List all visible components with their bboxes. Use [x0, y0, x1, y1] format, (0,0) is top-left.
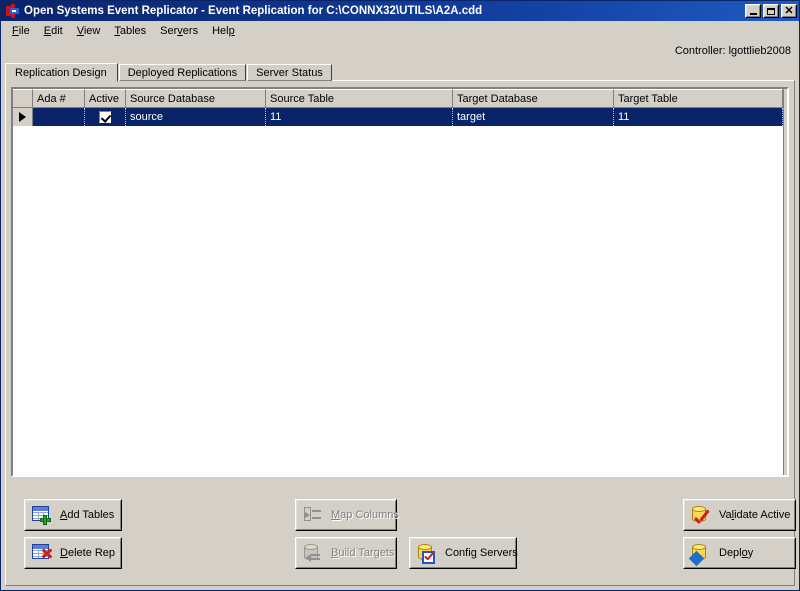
minimize-button[interactable] — [745, 4, 761, 18]
cell-ada[interactable] — [33, 108, 85, 126]
validate-active-icon — [690, 504, 712, 526]
menu-item-servers[interactable]: Servers — [153, 23, 205, 39]
add-table-icon — [31, 504, 53, 526]
build-targets-label: Build Targets — [331, 547, 394, 559]
tab-replication-design[interactable]: Replication Design — [5, 63, 118, 82]
window-title: Open Systems Event Replicator - Event Re… — [24, 5, 745, 17]
grid-body: source 11 target 11 — [13, 108, 783, 475]
config-servers-button[interactable]: Config Servers — [409, 537, 517, 569]
cell-target-database[interactable]: target — [453, 108, 614, 126]
grid-header-row: Ada # Active Source Database Source Tabl… — [13, 89, 783, 108]
row-selector[interactable] — [13, 108, 33, 126]
tab-panel-replication-design: Ada # Active Source Database Source Tabl… — [5, 80, 795, 586]
controller-label: Controller: lgottlieb2008 — [675, 45, 791, 57]
button-bar: Add Tables Delete Rep — [11, 495, 789, 581]
tab-deployed-replications[interactable]: Deployed Replications — [119, 64, 246, 81]
tab-server-status[interactable]: Server Status — [247, 64, 332, 81]
deploy-icon — [690, 542, 712, 564]
cell-target-table[interactable]: 11 — [614, 108, 783, 126]
config-servers-icon — [416, 542, 438, 564]
replication-grid[interactable]: Ada # Active Source Database Source Tabl… — [11, 87, 789, 477]
deploy-button[interactable]: Deploy — [683, 537, 796, 569]
add-tables-button[interactable]: Add Tables — [24, 499, 122, 531]
grid-header-source-table[interactable]: Source Table — [266, 89, 453, 108]
grid-vertical-scrollbar[interactable] — [783, 89, 787, 475]
grid-header-active[interactable]: Active — [85, 89, 126, 108]
delete-rep-icon — [31, 542, 53, 564]
row-pointer-icon — [19, 112, 26, 122]
grid-main: Ada # Active Source Database Source Tabl… — [13, 89, 783, 475]
menu-item-view[interactable]: View — [70, 23, 108, 39]
build-targets-button[interactable]: Build Targets — [295, 537, 397, 569]
cell-source-table[interactable]: 11 — [266, 108, 453, 126]
config-servers-label: Config Servers — [445, 547, 518, 559]
window-controls: ✕ — [745, 4, 797, 18]
validate-active-button[interactable]: Validate Active — [683, 499, 796, 531]
client-area: Controller: lgottlieb2008 Replication De… — [1, 41, 799, 590]
grid-header-target-database[interactable]: Target Database — [453, 89, 614, 108]
validate-active-label: Validate Active — [719, 509, 790, 521]
grid-header-ada[interactable]: Ada # — [33, 89, 85, 108]
menu-item-file[interactable]: File — [5, 23, 37, 39]
tab-server-status-label: Server Status — [256, 67, 323, 79]
menu-item-edit[interactable]: Edit — [37, 23, 70, 39]
maximize-button[interactable] — [763, 4, 779, 18]
add-tables-label: Add Tables — [60, 509, 114, 521]
map-columns-icon — [302, 504, 324, 526]
map-columns-button[interactable]: Map Columns — [295, 499, 397, 531]
delete-rep-label: Delete Rep — [60, 547, 115, 559]
tab-strip: Replication Design Deployed Replications… — [5, 61, 333, 81]
application-window: Open Systems Event Replicator - Event Re… — [0, 0, 800, 591]
tab-replication-design-label: Replication Design — [15, 67, 107, 79]
title-bar: Open Systems Event Replicator - Event Re… — [1, 1, 799, 21]
menu-item-tables[interactable]: Tables — [107, 23, 153, 39]
cell-source-database[interactable]: source — [126, 108, 266, 126]
tab-deployed-replications-label: Deployed Replications — [128, 67, 237, 79]
grid-header-target-table[interactable]: Target Table — [614, 89, 783, 108]
grid-header-source-database[interactable]: Source Database — [126, 89, 266, 108]
map-columns-label: Map Columns — [331, 509, 399, 521]
app-icon — [4, 3, 20, 19]
build-targets-icon — [302, 542, 324, 564]
deploy-label: Deploy — [719, 547, 753, 559]
menu-bar: File Edit View Tables Servers Help — [1, 21, 799, 41]
active-checkbox[interactable] — [99, 111, 111, 123]
close-button[interactable]: ✕ — [781, 4, 797, 18]
cell-active[interactable] — [85, 108, 126, 126]
table-row[interactable]: source 11 target 11 — [13, 108, 783, 126]
delete-rep-button[interactable]: Delete Rep — [24, 537, 122, 569]
grid-header-selector — [13, 89, 33, 108]
menu-item-help[interactable]: Help — [205, 23, 242, 39]
